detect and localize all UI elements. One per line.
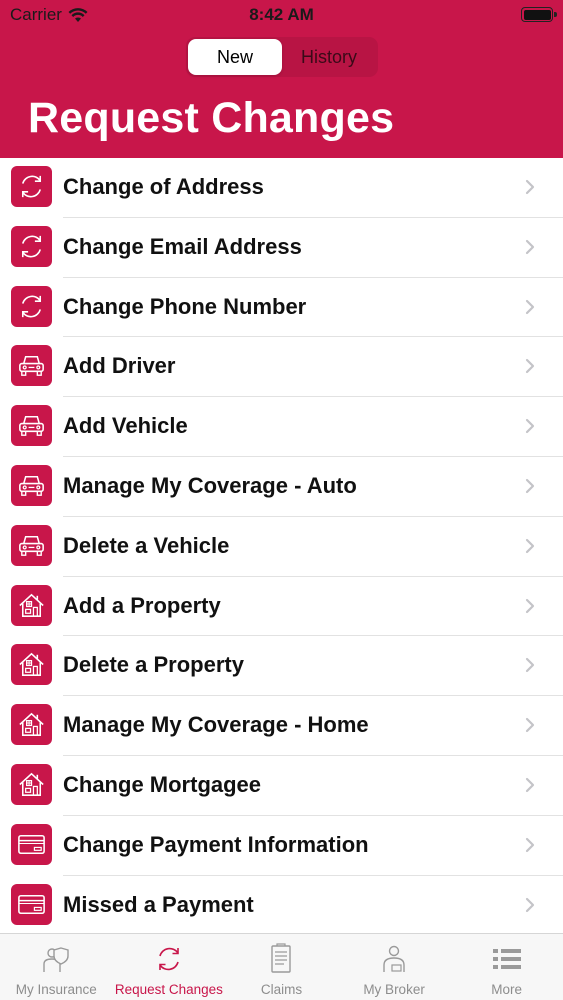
list-item[interactable]: Change Phone Number xyxy=(0,278,563,338)
list-item-label: Change Mortgagee xyxy=(63,771,262,797)
document-icon xyxy=(264,942,298,976)
tab-my-insurance[interactable]: My Insurance xyxy=(0,934,113,1000)
list-item[interactable]: Change Email Address xyxy=(0,218,563,278)
car-icon xyxy=(11,405,52,447)
list-item[interactable]: Delete a Property xyxy=(0,636,563,697)
tab-more[interactable]: More xyxy=(450,934,563,1000)
list-icon xyxy=(490,942,524,976)
list-item[interactable]: Change Payment Information xyxy=(0,816,563,876)
segment-new[interactable]: New xyxy=(188,39,282,75)
list-item-label: Delete a Property xyxy=(63,652,244,678)
refresh-icon xyxy=(11,166,52,207)
tab-label: My Broker xyxy=(363,982,425,997)
credit-card-icon xyxy=(11,823,52,865)
refresh-icon xyxy=(11,285,52,327)
chevron-right-icon xyxy=(525,419,535,434)
list-item-label: Add Vehicle xyxy=(63,413,188,439)
car-icon xyxy=(11,464,52,506)
request-changes-list: Change of Address Change Email Address Cha… xyxy=(0,158,563,936)
list-item[interactable]: Manage My Coverage - Auto xyxy=(0,457,563,517)
tab-label: Claims xyxy=(260,982,303,997)
house-icon xyxy=(11,584,52,626)
list-item-label: Change Phone Number xyxy=(63,293,307,319)
chevron-right-icon xyxy=(525,239,535,254)
list-item-label: Add Driver xyxy=(63,353,176,379)
tab-label: More xyxy=(491,982,523,997)
chevron-right-icon xyxy=(525,837,535,852)
tab-label: My Insurance xyxy=(15,982,97,997)
list-item[interactable]: Change of Address xyxy=(0,158,563,218)
car-icon xyxy=(11,524,52,566)
page-title: Request Changes xyxy=(28,94,395,142)
list-item[interactable]: Change Mortgagee xyxy=(0,756,563,816)
chevron-right-icon xyxy=(525,179,535,195)
house-icon xyxy=(11,763,52,805)
list-item[interactable]: Add Driver xyxy=(0,337,563,398)
credit-card-icon xyxy=(11,883,52,925)
chevron-right-icon xyxy=(525,658,535,673)
list-item-label: Change of Address xyxy=(63,174,264,199)
list-item[interactable]: Add Vehicle xyxy=(0,397,563,457)
status-time: 8:42 AM xyxy=(249,5,314,24)
chevron-right-icon xyxy=(525,897,535,912)
segmented-control: New History xyxy=(186,37,378,77)
battery-icon xyxy=(521,7,557,22)
tab-my-broker[interactable]: My Broker xyxy=(338,934,451,1000)
list-item-label: Change Email Address xyxy=(63,233,302,259)
chevron-right-icon xyxy=(525,538,535,553)
car-icon xyxy=(11,345,52,387)
list-item[interactable]: Manage My Coverage - Home xyxy=(0,696,563,756)
list-item-label: Delete a Vehicle xyxy=(63,532,230,558)
header-bar: Carrier 8:42 AM New History Request Chan… xyxy=(0,0,563,158)
chevron-right-icon xyxy=(525,598,535,613)
tab-label: Request Changes xyxy=(114,982,223,997)
house-icon xyxy=(11,644,52,686)
chevron-right-icon xyxy=(525,299,535,314)
house-icon xyxy=(11,704,52,746)
chevron-right-icon xyxy=(525,359,535,374)
list-item[interactable]: Delete a Vehicle xyxy=(0,517,563,577)
list-item-label: Missed a Payment xyxy=(63,891,254,917)
refresh-icon xyxy=(152,942,186,976)
tab-claims[interactable]: Claims xyxy=(225,934,338,1000)
list-item[interactable]: Missed a Payment xyxy=(0,876,563,936)
list-item-label: Change Payment Information xyxy=(63,831,369,857)
broker-icon xyxy=(377,942,411,976)
tab-bar: My Insurance Request Changes Claims My Brok… xyxy=(0,933,563,1000)
list-item-label: Manage My Coverage - Home xyxy=(63,712,369,738)
list-item-label: Add a Property xyxy=(63,592,221,618)
chevron-right-icon xyxy=(525,478,535,494)
segment-history[interactable]: History xyxy=(282,39,376,75)
person-shield-icon xyxy=(39,942,73,976)
tab-request-changes[interactable]: Request Changes xyxy=(113,934,226,1000)
chevron-right-icon xyxy=(525,777,535,793)
status-bar: Carrier 8:42 AM xyxy=(0,0,563,30)
refresh-icon xyxy=(11,225,52,267)
list-item-label: Manage My Coverage - Auto xyxy=(63,472,357,498)
chevron-right-icon xyxy=(525,718,535,733)
list-item[interactable]: Add a Property xyxy=(0,577,563,637)
